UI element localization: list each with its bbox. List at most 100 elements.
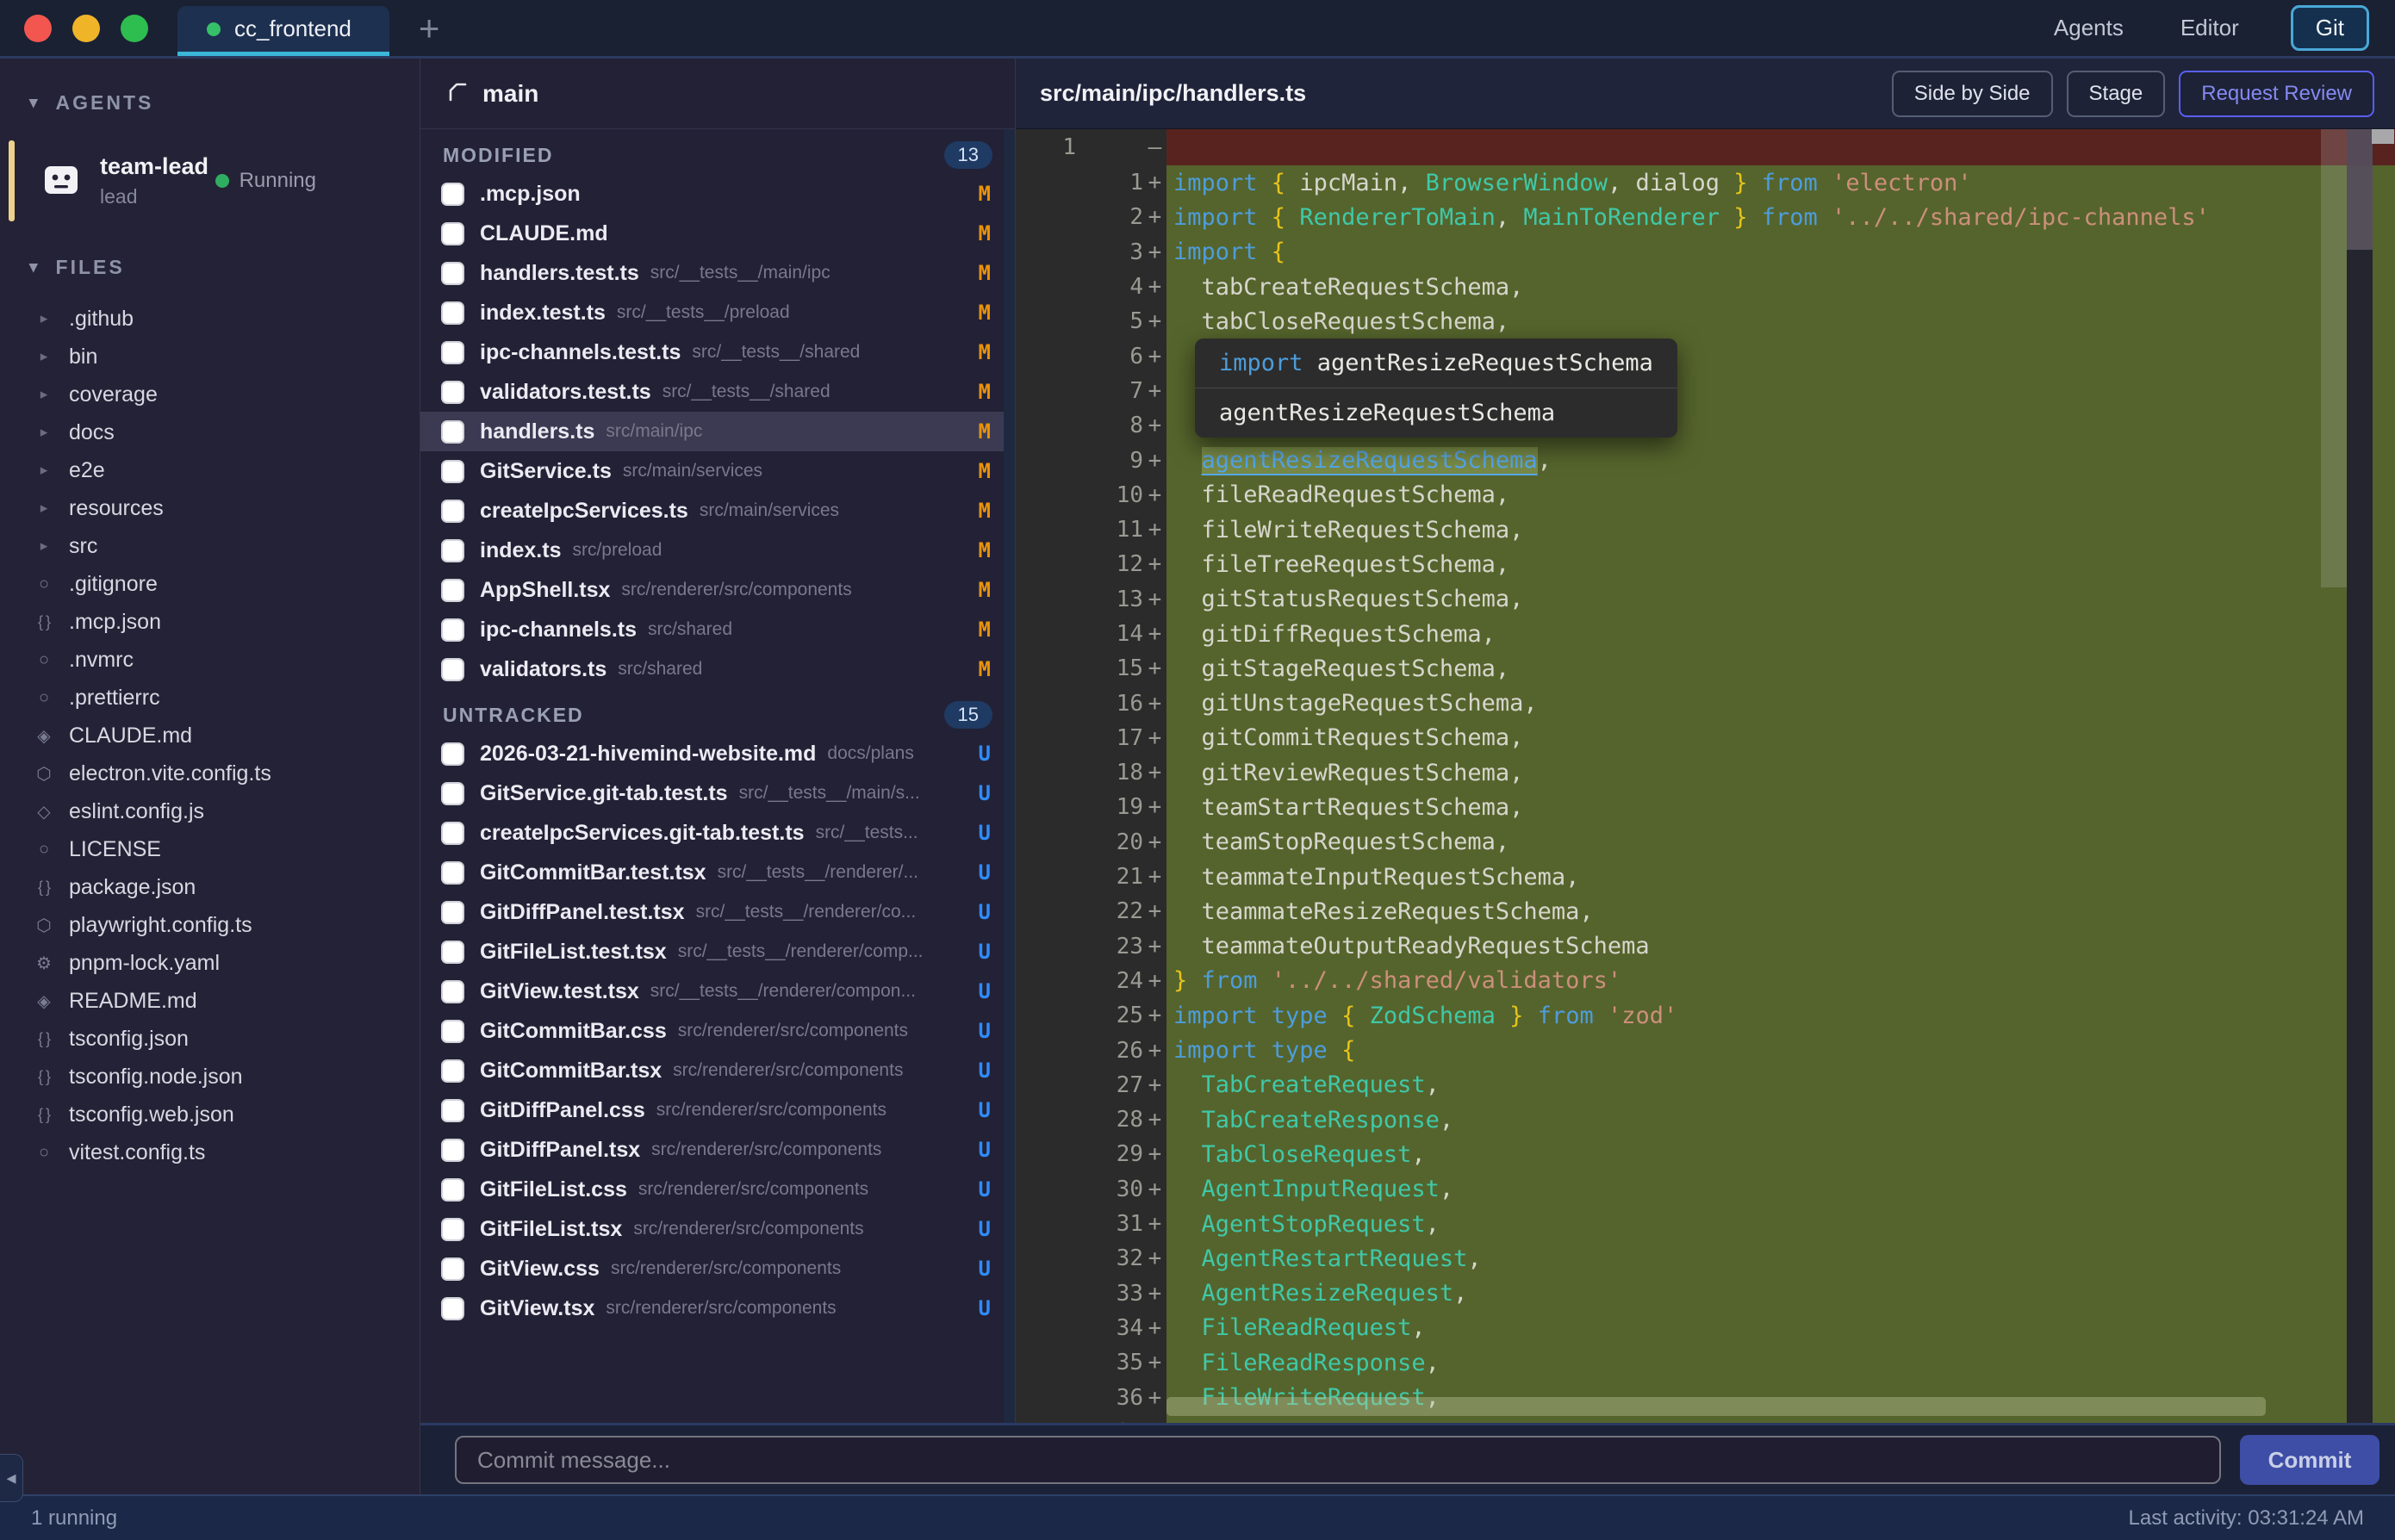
file-row[interactable]: GitDiffPanel.csssrc/renderer/src/compone… xyxy=(420,1090,1015,1130)
file-row[interactable]: 2026-03-21-hivemind-website.mddocs/plans… xyxy=(420,734,1015,773)
sidebar-collapse-handle[interactable]: ◂ xyxy=(0,1454,23,1502)
file-row[interactable]: createIpcServices.tssrc/main/servicesM xyxy=(420,491,1015,531)
nav-git-button[interactable]: Git xyxy=(2291,5,2369,51)
tree-item-e2e[interactable]: ▸e2e xyxy=(0,451,420,489)
stage-checkbox[interactable] xyxy=(441,539,464,562)
stage-checkbox[interactable] xyxy=(441,1257,464,1281)
file-row[interactable]: ipc-channels.test.tssrc/__tests__/shared… xyxy=(420,332,1015,372)
stage-checkbox[interactable] xyxy=(441,262,464,285)
file-row[interactable]: ipc-channels.tssrc/sharedM xyxy=(420,610,1015,649)
tree-item-coverage[interactable]: ▸coverage xyxy=(0,376,420,413)
agents-section-header[interactable]: ▾ AGENTS xyxy=(0,79,420,127)
file-row[interactable]: GitFileList.test.tsxsrc/__tests__/render… xyxy=(420,932,1015,972)
side-by-side-button[interactable]: Side by Side xyxy=(1892,71,2053,117)
zoom-window-button[interactable] xyxy=(121,15,148,42)
tree-item-vitest-config-ts[interactable]: ○vitest.config.ts xyxy=(0,1133,420,1171)
outer-scrollbar-thumb[interactable] xyxy=(2372,129,2394,144)
tree-item-eslint-config-js[interactable]: ◇eslint.config.js xyxy=(0,792,420,830)
stage-checkbox[interactable] xyxy=(441,1178,464,1202)
stage-checkbox[interactable] xyxy=(441,341,464,364)
file-row[interactable]: GitService.tssrc/main/servicesM xyxy=(420,451,1015,491)
stage-checkbox[interactable] xyxy=(441,1139,464,1162)
file-row[interactable]: GitDiffPanel.tsxsrc/renderer/src/compone… xyxy=(420,1130,1015,1170)
tree-item--github[interactable]: ▸.github xyxy=(0,300,420,338)
agent-item-team-lead[interactable]: team-lead lead Running xyxy=(0,140,420,221)
stage-checkbox[interactable] xyxy=(441,618,464,642)
stage-checkbox[interactable] xyxy=(441,861,464,885)
diff-horizontal-scrollbar-thumb[interactable] xyxy=(1166,1397,2266,1416)
stage-checkbox[interactable] xyxy=(441,782,464,805)
stage-checkbox[interactable] xyxy=(441,742,464,766)
file-row[interactable]: handlers.tssrc/main/ipcM xyxy=(420,412,1015,451)
file-row[interactable]: CLAUDE.mdM xyxy=(420,214,1015,253)
stage-checkbox[interactable] xyxy=(441,460,464,483)
stage-checkbox[interactable] xyxy=(441,1059,464,1083)
file-row[interactable]: .mcp.jsonM xyxy=(420,174,1015,214)
tree-item--mcp-json[interactable]: { }.mcp.json xyxy=(0,603,420,641)
file-row[interactable]: GitFileList.tsxsrc/renderer/src/componen… xyxy=(420,1209,1015,1249)
file-row[interactable]: handlers.test.tssrc/__tests__/main/ipcM xyxy=(420,253,1015,293)
commit-message-input[interactable] xyxy=(455,1436,2221,1484)
nav-editor-button[interactable]: Editor xyxy=(2175,8,2244,48)
file-row[interactable]: GitCommitBar.test.tsxsrc/__tests__/rende… xyxy=(420,853,1015,892)
tree-item-claude-md[interactable]: ◈CLAUDE.md xyxy=(0,717,420,754)
tree-item-tsconfig-web-json[interactable]: { }tsconfig.web.json xyxy=(0,1096,420,1133)
stage-checkbox[interactable] xyxy=(441,420,464,444)
file-row[interactable]: GitView.csssrc/renderer/src/componentsU xyxy=(420,1249,1015,1289)
git-panel-scrollbar[interactable] xyxy=(1004,129,1015,1423)
diff-vertical-scrollbar-thumb[interactable] xyxy=(2347,129,2373,250)
tree-item-bin[interactable]: ▸bin xyxy=(0,338,420,376)
file-row[interactable]: GitCommitBar.tsxsrc/renderer/src/compone… xyxy=(420,1051,1015,1090)
new-tab-button[interactable]: + xyxy=(419,11,440,46)
request-review-button[interactable]: Request Review xyxy=(2179,71,2374,117)
stage-checkbox[interactable] xyxy=(441,381,464,404)
file-row[interactable]: GitService.git-tab.test.tssrc/__tests__/… xyxy=(420,773,1015,813)
stage-button[interactable]: Stage xyxy=(2067,71,2166,117)
stage-checkbox[interactable] xyxy=(441,1297,464,1320)
stage-checkbox[interactable] xyxy=(441,941,464,964)
stage-checkbox[interactable] xyxy=(441,1020,464,1043)
tree-item-readme-md[interactable]: ◈README.md xyxy=(0,982,420,1020)
file-row[interactable]: GitView.tsxsrc/renderer/src/componentsU xyxy=(420,1289,1015,1328)
tree-item-docs[interactable]: ▸docs xyxy=(0,413,420,451)
file-row[interactable]: validators.test.tssrc/__tests__/sharedM xyxy=(420,372,1015,412)
stage-checkbox[interactable] xyxy=(441,980,464,1003)
file-row[interactable]: createIpcServices.git-tab.test.tssrc/__t… xyxy=(420,813,1015,853)
file-row[interactable]: index.tssrc/preloadM xyxy=(420,531,1015,570)
tree-item-electron-vite-config-ts[interactable]: ⬡electron.vite.config.ts xyxy=(0,754,420,792)
file-row[interactable]: index.test.tssrc/__tests__/preloadM xyxy=(420,293,1015,332)
tree-item-tsconfig-json[interactable]: { }tsconfig.json xyxy=(0,1020,420,1058)
files-section-header[interactable]: ▾ FILES xyxy=(0,244,420,291)
stage-checkbox[interactable] xyxy=(441,222,464,245)
nav-agents-button[interactable]: Agents xyxy=(2049,8,2129,48)
close-window-button[interactable] xyxy=(24,15,52,42)
file-row[interactable]: GitView.test.tsxsrc/__tests__/renderer/c… xyxy=(420,972,1015,1011)
stage-checkbox[interactable] xyxy=(441,500,464,523)
stage-checkbox[interactable] xyxy=(441,301,464,325)
tree-item-tsconfig-node-json[interactable]: { }tsconfig.node.json xyxy=(0,1058,420,1096)
commit-button[interactable]: Commit xyxy=(2240,1435,2379,1485)
stage-checkbox[interactable] xyxy=(441,579,464,602)
tree-item-package-json[interactable]: { }package.json xyxy=(0,868,420,906)
workspace-tab[interactable]: cc_frontend xyxy=(177,6,389,56)
file-row[interactable]: GitDiffPanel.test.tsxsrc/__tests__/rende… xyxy=(420,892,1015,932)
minimize-window-button[interactable] xyxy=(72,15,100,42)
tree-item-resources[interactable]: ▸resources xyxy=(0,489,420,527)
stage-checkbox[interactable] xyxy=(441,822,464,845)
autocomplete-item[interactable]: agentResizeRequestSchema xyxy=(1195,388,1677,438)
tree-item--gitignore[interactable]: ○.gitignore xyxy=(0,565,420,603)
tree-item--nvmrc[interactable]: ○.nvmrc xyxy=(0,641,420,679)
diff-vertical-scrollbar[interactable] xyxy=(2347,129,2373,1423)
stage-checkbox[interactable] xyxy=(441,901,464,924)
tree-item-playwright-config-ts[interactable]: ⬡playwright.config.ts xyxy=(0,906,420,944)
stage-checkbox[interactable] xyxy=(441,1218,464,1241)
file-row[interactable]: validators.tssrc/sharedM xyxy=(420,649,1015,689)
file-row[interactable]: AppShell.tsxsrc/renderer/src/componentsM xyxy=(420,570,1015,610)
tree-item-license[interactable]: ○LICENSE xyxy=(0,830,420,868)
file-row[interactable]: GitCommitBar.csssrc/renderer/src/compone… xyxy=(420,1011,1015,1051)
stage-checkbox[interactable] xyxy=(441,658,464,681)
tree-item-pnpm-lock-yaml[interactable]: ⚙pnpm-lock.yaml xyxy=(0,944,420,982)
stage-checkbox[interactable] xyxy=(441,183,464,206)
stage-checkbox[interactable] xyxy=(441,1099,464,1122)
file-row[interactable]: GitFileList.csssrc/renderer/src/componen… xyxy=(420,1170,1015,1209)
